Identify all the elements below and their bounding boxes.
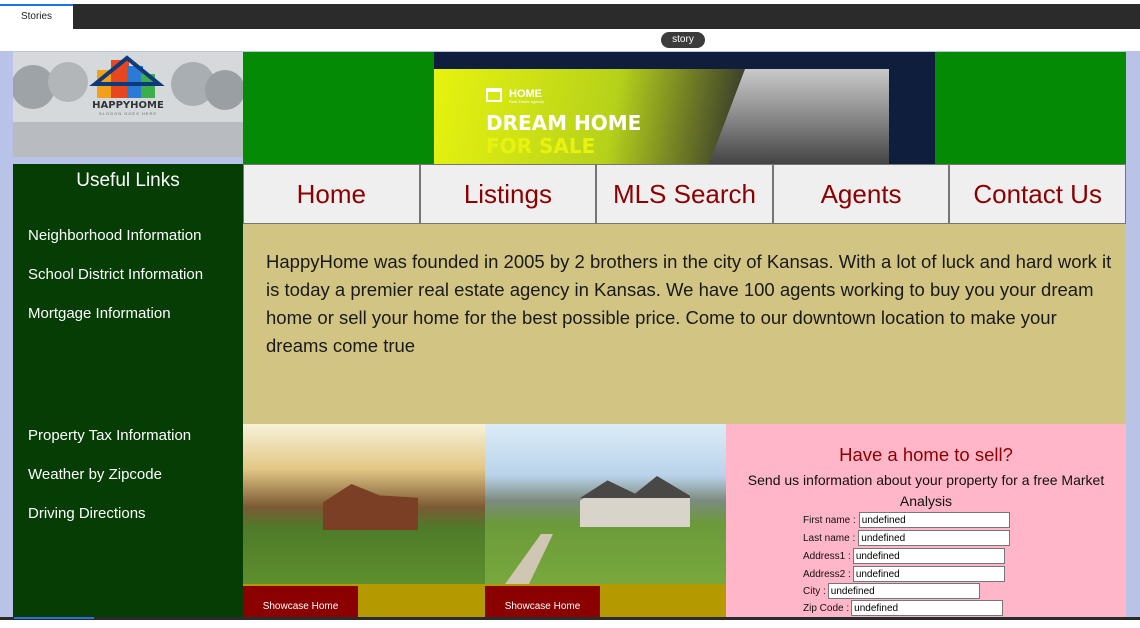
nav-contact-button[interactable]: Contact Us <box>949 164 1126 224</box>
sidebar-link-weather[interactable]: Weather by Zipcode <box>28 466 162 483</box>
house-1-shape <box>323 484 418 530</box>
logo-slogan: SLOGON GOES HERE <box>98 111 157 116</box>
last-name-row: Last name : <box>803 530 1011 546</box>
address2-label: Address2 : <box>803 568 851 580</box>
sell-form-title: Have a home to sell? <box>839 444 1013 465</box>
sidebar-link-school-district[interactable]: School District Information <box>28 266 203 283</box>
building-icon <box>486 88 502 102</box>
story-button[interactable]: story <box>661 32 705 48</box>
banner-top-panel <box>434 52 935 69</box>
sell-form-subtitle: Send us information about your property … <box>747 472 1105 509</box>
first-name-label: First name : <box>803 514 856 526</box>
zip-code-row: Zip Code : <box>803 600 1004 616</box>
address2-field[interactable] <box>852 566 1005 582</box>
last-name-field[interactable] <box>858 530 1011 546</box>
sidebar-title: Useful Links <box>76 170 180 191</box>
sidebar-link-property-tax[interactable]: Property Tax Information <box>28 427 191 444</box>
sidebar: Useful Links Neighborhood Information Sc… <box>13 164 243 617</box>
showcase-bar-2: Showcase Home <box>485 584 726 617</box>
showcase-photo-1[interactable] <box>243 424 485 584</box>
tab-stories[interactable]: Stories <box>0 4 73 29</box>
nav-mls-search-button[interactable]: MLS Search <box>596 164 773 224</box>
house-2-roof <box>580 476 690 498</box>
first-name-row: First name : <box>803 512 1010 528</box>
logo-brand: HAPPYHOME <box>92 100 164 111</box>
showcase-home-button-2[interactable]: Showcase Home <box>485 586 600 617</box>
browser-tab-bar <box>0 4 1140 29</box>
address1-label: Address1 : <box>803 550 851 562</box>
last-name-label: Last name : <box>803 532 856 544</box>
banner-image: HOME Real Estate Agency DREAM HOME FOR S… <box>434 52 935 164</box>
city-label: City : <box>803 585 826 597</box>
walkway-shape <box>505 534 553 584</box>
showcase-bar-1: Showcase Home <box>243 584 485 617</box>
zip-code-label: Zip Code : <box>803 602 850 614</box>
logo[interactable]: HAPPYHOME SLOGON GOES HERE <box>13 52 243 157</box>
showcase-photo-2[interactable] <box>485 424 726 584</box>
about-text: HappyHome was founded in 2005 by 2 broth… <box>266 251 1112 356</box>
banner-headline-2: FOR SALE <box>486 134 596 158</box>
about-section: HappyHome was founded in 2005 by 2 broth… <box>243 224 1126 424</box>
bottom-indicator <box>14 617 94 619</box>
zip-code-field[interactable] <box>851 600 1004 616</box>
nav-listings-button[interactable]: Listings <box>419 164 597 224</box>
banner-home-sub: Real Estate Agency <box>509 99 544 104</box>
sell-form-panel: Have a home to sell? Send us information… <box>726 424 1126 617</box>
address1-field[interactable] <box>852 548 1005 564</box>
nav-home-button[interactable]: Home <box>243 164 420 224</box>
sidebar-link-directions[interactable]: Driving Directions <box>28 505 146 522</box>
banner-headline-1: DREAM HOME <box>486 111 642 135</box>
city-row: City : <box>803 583 980 599</box>
city-field[interactable] <box>827 583 980 599</box>
sidebar-link-mortgage[interactable]: Mortgage Information <box>28 305 171 322</box>
address1-row: Address1 : <box>803 548 1005 564</box>
main-nav: Home Listings MLS Search Agents Contact … <box>243 164 1126 224</box>
first-name-field[interactable] <box>858 512 1010 528</box>
sidebar-link-neighborhood[interactable]: Neighborhood Information <box>28 227 201 244</box>
nav-agents-button[interactable]: Agents <box>772 164 950 224</box>
address2-row: Address2 : <box>803 566 1005 582</box>
toolbar-strip <box>0 29 1140 51</box>
showcase-home-button-1[interactable]: Showcase Home <box>243 586 358 617</box>
